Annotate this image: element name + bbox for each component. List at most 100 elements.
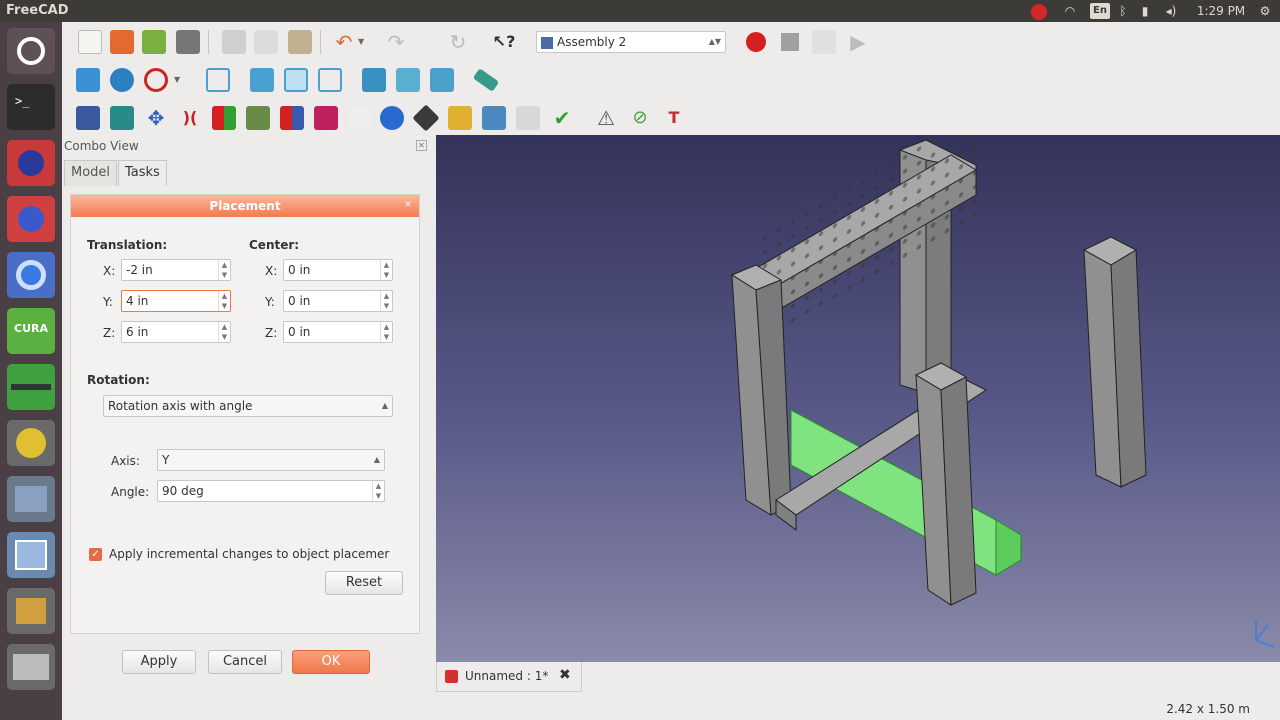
run-macro-icon[interactable]: ▶ xyxy=(846,30,870,54)
refresh-icon[interactable]: ↻ xyxy=(446,30,470,54)
terminal-icon[interactable]: >_ xyxy=(7,84,55,130)
translation-x-input[interactable]: -2 in ▲ ▼ xyxy=(121,259,231,281)
3d-viewport[interactable] xyxy=(436,135,1280,662)
properties-icon[interactable] xyxy=(516,106,540,130)
fit-all-icon[interactable] xyxy=(76,68,100,92)
animate-icon[interactable] xyxy=(380,106,404,130)
ok-button[interactable]: OK xyxy=(292,650,370,674)
view-top-icon[interactable] xyxy=(284,68,308,92)
record-indicator-icon[interactable] xyxy=(1030,3,1048,20)
assembly-tree-icon[interactable] xyxy=(482,106,506,130)
spin-arrows-icon[interactable]: ▲ ▼ xyxy=(218,260,230,280)
spin-arrows-icon[interactable]: ▲ ▼ xyxy=(218,322,230,342)
tab-tasks[interactable]: Tasks xyxy=(118,160,167,186)
view-left-icon[interactable] xyxy=(430,68,454,92)
front-vertical-beam[interactable] xyxy=(914,362,977,606)
language-indicator[interactable]: En xyxy=(1090,3,1110,19)
copy-icon[interactable] xyxy=(254,30,278,54)
freecad-gear-icon[interactable] xyxy=(7,196,55,242)
translation-y-input[interactable]: 4 in ▲ ▼ xyxy=(121,290,231,312)
spin-arrows-icon[interactable]: ▲ ▼ xyxy=(380,291,392,311)
stop-macro-icon[interactable] xyxy=(778,30,802,54)
whats-this-icon[interactable]: ↖? xyxy=(492,30,516,54)
spin-arrows-icon[interactable]: ▲ ▼ xyxy=(372,481,384,501)
files-icon[interactable] xyxy=(7,476,55,522)
view-rear-icon[interactable] xyxy=(362,68,386,92)
new-file-icon[interactable] xyxy=(78,30,102,54)
battery-icon[interactable]: ▮ xyxy=(1138,3,1152,19)
cut-icon[interactable] xyxy=(222,30,246,54)
cura-icon[interactable]: CURA xyxy=(7,308,55,354)
fit-selection-icon[interactable] xyxy=(110,68,134,92)
cancel-button[interactable]: Cancel xyxy=(208,650,282,674)
circular-edge-constraint-icon[interactable] xyxy=(280,106,304,130)
tab-model[interactable]: Model xyxy=(64,160,118,186)
standalone-vertical-beam[interactable] xyxy=(1082,236,1147,488)
image-viewer-icon[interactable] xyxy=(7,532,55,578)
center-x-input[interactable]: 0 in ▲ ▼ xyxy=(283,259,393,281)
paste-icon[interactable] xyxy=(288,30,312,54)
spin-arrows-icon[interactable]: ▲ ▼ xyxy=(380,260,392,280)
combo-view-close-icon[interactable]: ✕ xyxy=(416,140,427,151)
chromium-icon[interactable] xyxy=(7,252,55,298)
volume-icon[interactable]: ◂) xyxy=(1160,3,1182,19)
undo-icon[interactable]: ↶ xyxy=(332,30,356,54)
close-icon[interactable]: ✖ xyxy=(559,667,571,683)
parts-library-icon[interactable] xyxy=(412,104,440,132)
bluetooth-icon[interactable]: ᛒ xyxy=(1116,3,1130,19)
spin-arrows-icon[interactable]: ▲ ▼ xyxy=(218,291,230,311)
left-vertical-beam[interactable] xyxy=(730,264,792,516)
apply-button[interactable]: Apply xyxy=(122,650,196,674)
center-y-input[interactable]: 0 in ▲ ▼ xyxy=(283,290,393,312)
save-file-icon[interactable] xyxy=(142,30,166,54)
redo-icon[interactable]: ↷ xyxy=(384,30,408,54)
wifi-icon[interactable]: ◠ xyxy=(1060,3,1080,19)
placement-header[interactable]: Placement ✕ xyxy=(71,195,419,217)
t-constraint-icon[interactable]: T xyxy=(662,106,686,130)
open-file-icon[interactable] xyxy=(110,30,134,54)
slicer-icon[interactable] xyxy=(7,364,55,410)
view-bottom-icon[interactable] xyxy=(396,68,420,92)
record-macro-icon[interactable] xyxy=(744,30,768,54)
view-isometric-icon[interactable] xyxy=(206,68,230,92)
incremental-changes-checkbox[interactable]: ✓ xyxy=(89,548,102,561)
plane-constraint-icon[interactable] xyxy=(212,106,236,130)
angle-constraint-icon[interactable] xyxy=(314,106,338,130)
check-assembly-icon[interactable]: ✔ xyxy=(550,106,574,130)
view-right-icon[interactable] xyxy=(318,68,342,92)
clearance-icon[interactable]: ⊘ xyxy=(628,106,652,130)
print-icon[interactable] xyxy=(176,30,200,54)
collapse-icon[interactable]: ✕ xyxy=(403,200,413,210)
update-part-icon[interactable] xyxy=(110,106,134,130)
axial-constraint-icon[interactable] xyxy=(246,106,270,130)
app-icon-machine[interactable] xyxy=(7,644,55,690)
import-part-icon[interactable] xyxy=(76,106,100,130)
draw-style-icon[interactable] xyxy=(144,68,168,92)
disabled-tool-icon[interactable] xyxy=(348,106,372,130)
axis-select[interactable]: Y ▲ xyxy=(157,449,385,471)
settings-gear-icon[interactable]: ⚙ xyxy=(1256,3,1274,19)
spin-arrows-icon[interactable]: ▲ ▼ xyxy=(380,322,392,342)
view-front-icon[interactable] xyxy=(250,68,274,92)
clock[interactable]: 1:29 PM xyxy=(1192,3,1250,19)
workbench-selector[interactable]: Assembly 2 ▲▼ xyxy=(536,31,726,53)
freecad-app-icon[interactable] xyxy=(7,140,55,186)
duplicate-part-icon[interactable]: )( xyxy=(178,106,202,130)
app-icon-printer[interactable] xyxy=(7,588,55,634)
measure-icon[interactable] xyxy=(472,68,500,92)
rotation-mode-select[interactable]: Rotation axis with angle ▲ xyxy=(103,395,393,417)
center-z-value: 0 in xyxy=(288,325,311,339)
blender-icon[interactable] xyxy=(7,420,55,466)
degrees-of-freedom-icon[interactable]: ⚠ xyxy=(594,106,618,130)
ubuntu-home-icon[interactable] xyxy=(7,28,55,74)
document-tab[interactable]: Unnamed : 1* ✖ xyxy=(436,662,582,692)
edit-macro-icon[interactable] xyxy=(812,30,836,54)
move-part-icon[interactable]: ✥ xyxy=(144,106,168,130)
translation-z-input[interactable]: 6 in ▲ ▼ xyxy=(121,321,231,343)
undo-dropdown-chevron-down-icon[interactable]: ▼ xyxy=(358,30,370,54)
angle-input[interactable]: 90 deg ▲ ▼ xyxy=(157,480,385,502)
draw-style-chevron-down-icon[interactable]: ▼ xyxy=(174,68,186,92)
center-z-input[interactable]: 0 in ▲ ▼ xyxy=(283,321,393,343)
reset-button[interactable]: Reset xyxy=(325,571,403,595)
bill-of-materials-icon[interactable] xyxy=(448,106,472,130)
